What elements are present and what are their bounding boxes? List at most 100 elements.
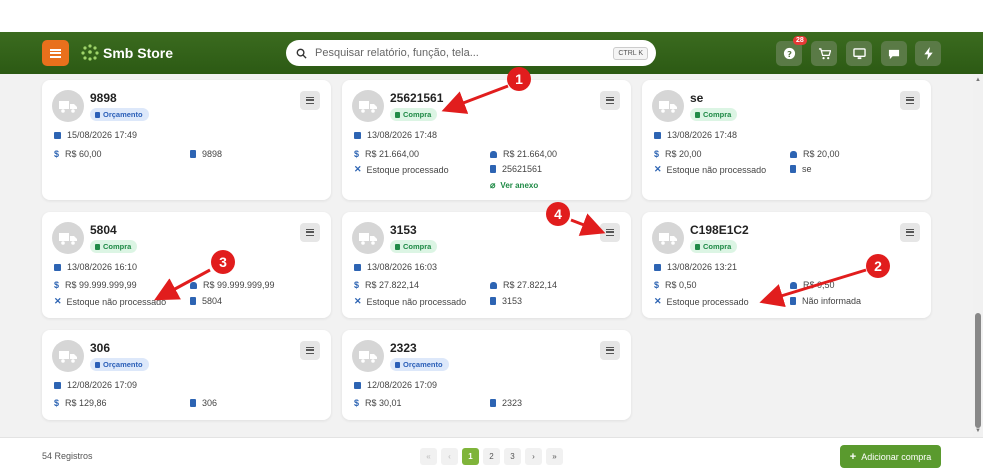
- date-row: 13/08/2026 17:48: [654, 130, 737, 140]
- cart-icon: [818, 47, 831, 59]
- search-input[interactable]: Pesquisar relatório, função, tela...: [315, 47, 613, 59]
- card-menu-button[interactable]: [600, 223, 620, 242]
- next-page-button[interactable]: ›: [525, 448, 542, 465]
- card-value-2: R$ 20,00: [803, 149, 840, 159]
- attachment-link[interactable]: ⌀ Ver anexo: [490, 180, 538, 191]
- tag-label: Compra: [703, 242, 732, 251]
- dollar-icon: $: [54, 149, 60, 159]
- card-menu-button[interactable]: [900, 223, 920, 242]
- menu-lines-icon: [606, 97, 614, 104]
- prev-page-button[interactable]: ‹: [441, 448, 458, 465]
- tag-doc-icon: [95, 361, 100, 368]
- value-row: $ R$ 129,86: [54, 398, 107, 408]
- doc-row: 9898: [190, 149, 222, 159]
- tag-label: Orçamento: [103, 110, 143, 119]
- card-2323[interactable]: 2323 Orçamento 12/08/2026 17:09 $ R$ 30,0…: [342, 330, 631, 420]
- stock-row: ✕ Estoque processado: [354, 164, 449, 175]
- truck-icon: [59, 350, 77, 363]
- page-2-button[interactable]: 2: [483, 448, 500, 465]
- document-icon: [490, 165, 496, 173]
- card-value: R$ 99.999.999,99: [65, 280, 137, 290]
- chat-icon: [888, 49, 900, 59]
- card-menu-button[interactable]: [300, 91, 320, 110]
- annotation-2: 2: [866, 254, 890, 278]
- scrollbar-thumb[interactable]: [975, 313, 981, 428]
- supplier-value-row: R$ 99.999.999,99: [190, 280, 275, 290]
- date-row: 13/08/2026 16:03: [354, 262, 437, 272]
- card-5804[interactable]: 5804 Compra 13/08/2026 16:10 $ R$ 99.999.…: [42, 212, 331, 318]
- card-menu-button[interactable]: [300, 341, 320, 360]
- stock-row: ✕ Estoque não processado: [54, 296, 166, 307]
- value-row: $ R$ 30,01: [354, 398, 402, 408]
- card-title: 306: [90, 341, 111, 355]
- date-row: 15/08/2026 17:49: [54, 130, 137, 140]
- notification-badge: 28: [793, 36, 807, 45]
- tag-doc-icon: [695, 111, 700, 118]
- card-menu-button[interactable]: [900, 91, 920, 110]
- card-doc: 306: [202, 398, 218, 408]
- doc-row: 5804: [190, 296, 222, 306]
- scroll-down-arrow[interactable]: ▼: [974, 427, 982, 435]
- card-se[interactable]: se Compra 13/08/2026 17:48 $ R$ 20,00 R$ …: [642, 80, 931, 200]
- doc-row: 25621561: [490, 164, 542, 174]
- doc-row: 306: [190, 398, 217, 408]
- card-9898[interactable]: 9898 Orçamento 15/08/2026 17:49 $ R$ 60,0…: [42, 80, 331, 200]
- tag-label: Orçamento: [103, 360, 143, 369]
- card-doc: 2323: [502, 398, 523, 408]
- value-row: $ R$ 60,00: [54, 149, 102, 159]
- card-value: R$ 20,00: [665, 149, 702, 159]
- document-icon: [490, 399, 496, 407]
- page-1-button[interactable]: 1: [462, 448, 479, 465]
- card-menu-button[interactable]: [600, 341, 620, 360]
- help-button[interactable]: ? 28: [776, 36, 807, 66]
- calendar-icon: [354, 381, 361, 389]
- chat-button[interactable]: [881, 41, 907, 66]
- truck-avatar: [652, 222, 684, 254]
- menu-lines-icon: [306, 229, 314, 236]
- card-3153[interactable]: 3153 Compra 13/08/2026 16:03 $ R$ 27.822,…: [342, 212, 631, 318]
- truck-icon: [59, 100, 77, 113]
- card-title: 9898: [90, 91, 117, 105]
- supplier-value-row: R$ 21.664,00: [490, 149, 557, 159]
- card-value-2: R$ 99.999.999,99: [203, 280, 275, 290]
- tag-label: Orçamento: [403, 360, 443, 369]
- tag-doc-icon: [395, 111, 400, 118]
- svg-text:?: ?: [787, 49, 792, 59]
- card-25621561[interactable]: 25621561 Compra 13/08/2026 17:48 $ R$ 21.…: [342, 80, 631, 200]
- cart-button[interactable]: [811, 41, 837, 66]
- card-stock: Estoque não processado: [666, 164, 767, 175]
- card-title: se: [690, 91, 704, 105]
- people-icon: [790, 281, 797, 289]
- truck-icon: [59, 232, 77, 245]
- first-page-button[interactable]: «: [420, 448, 437, 465]
- page-3-button[interactable]: 3: [504, 448, 521, 465]
- flash-button[interactable]: [915, 41, 941, 66]
- people-icon: [790, 150, 797, 158]
- scroll-up-arrow[interactable]: ▲: [974, 76, 982, 84]
- card-date: 15/08/2026 17:49: [67, 130, 138, 140]
- tools-icon: ✕: [654, 296, 662, 306]
- dollar-icon: $: [354, 280, 360, 290]
- card-306[interactable]: 306 Orçamento 12/08/2026 17:09 $ R$ 129,8…: [42, 330, 331, 420]
- status-tag: Orçamento: [90, 108, 149, 121]
- people-icon: [490, 281, 497, 289]
- card-value-2: R$ 0,50: [803, 280, 835, 290]
- doc-row: 3153: [490, 296, 522, 306]
- dollar-icon: $: [54, 280, 60, 290]
- search-bar[interactable]: Pesquisar relatório, função, tela... CTR…: [286, 40, 656, 66]
- dollar-icon: $: [654, 280, 660, 290]
- dollar-icon: $: [54, 398, 60, 408]
- last-page-button[interactable]: »: [546, 448, 563, 465]
- supplier-value-row: R$ 27.822,14: [490, 280, 557, 290]
- add-purchase-button[interactable]: + Adicionar compra: [840, 445, 941, 468]
- tag-doc-icon: [95, 111, 100, 118]
- attachment-label[interactable]: Ver anexo: [500, 181, 538, 190]
- menu-icon: [50, 48, 61, 58]
- card-menu-button[interactable]: [600, 91, 620, 110]
- monitor-button[interactable]: [846, 41, 872, 66]
- doc-row: Não informada: [790, 296, 861, 306]
- hamburger-menu-button[interactable]: [42, 40, 69, 66]
- tools-icon: ✕: [354, 164, 362, 174]
- card-menu-button[interactable]: [300, 223, 320, 242]
- document-icon: [190, 150, 196, 158]
